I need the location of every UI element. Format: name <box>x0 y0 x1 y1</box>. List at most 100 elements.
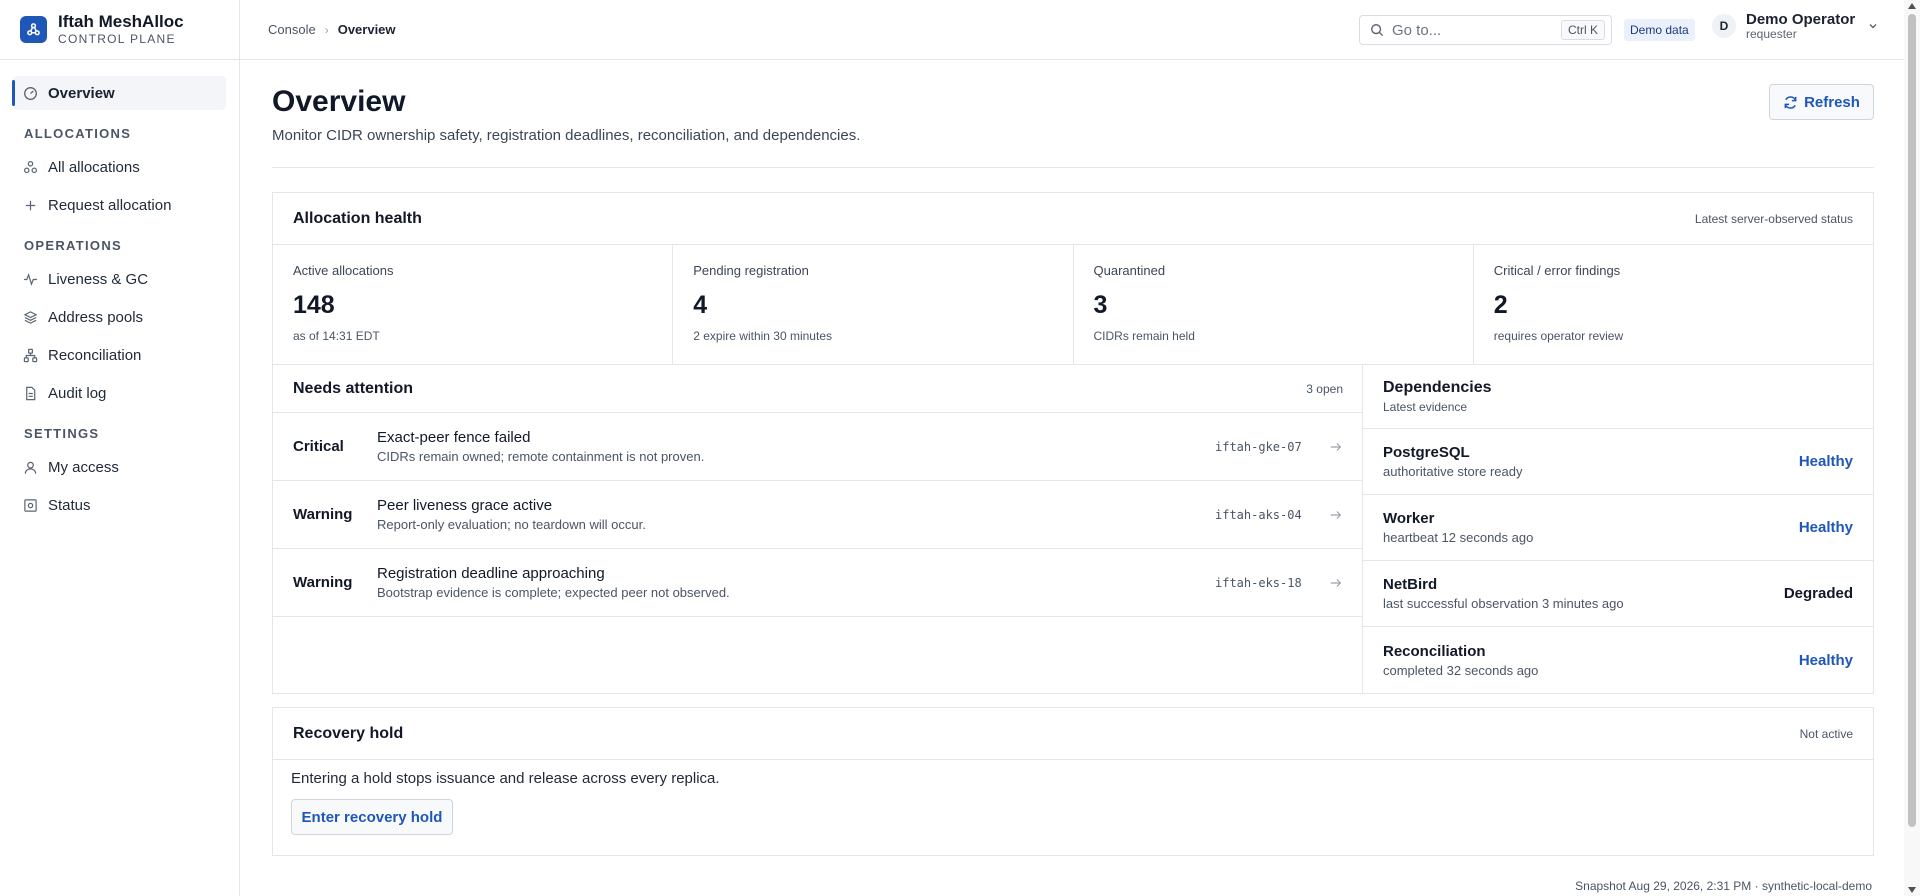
dependency-status: Degraded <box>1783 585 1853 602</box>
sidebar-item-address-pools[interactable]: Address pools <box>13 300 226 334</box>
mesh-logo-icon <box>20 16 47 43</box>
sidebar-item-label: Status <box>48 496 91 514</box>
severity-label: Warning <box>293 506 353 523</box>
needs-attention-panel: Needs attention 3 open Critical Exact-pe… <box>272 364 1363 694</box>
dependency-name: Worker <box>1383 510 1435 527</box>
severity-label: Critical <box>293 438 344 455</box>
dependency-status: Healthy <box>1798 453 1853 470</box>
panel-title: Dependencies <box>1383 379 1492 396</box>
finding-target: iftah-aks-04 <box>1215 507 1302 522</box>
dependency-name: Reconciliation <box>1383 642 1486 660</box>
topbar: Console › Overview Go to... Ctrl K Demo … <box>240 0 1920 60</box>
sidebar-item-reconciliation[interactable]: Reconciliation <box>13 338 226 372</box>
panel-subtitle: Latest evidence <box>1383 400 1468 414</box>
scrollbar-thumb[interactable] <box>1908 14 1916 827</box>
breadcrumb-console[interactable]: Console <box>268 22 316 37</box>
chevron-right-icon: › <box>324 22 329 37</box>
finding-target: iftah-eks-18 <box>1215 575 1302 590</box>
finding-description: Report-only evaluation; no teardown will… <box>377 517 646 532</box>
user-icon <box>24 461 37 474</box>
page-title: Overview <box>272 85 406 118</box>
attention-row[interactable]: Warning Peer liveness grace active Repor… <box>273 481 1363 549</box>
finding-title: Exact-peer fence failed <box>377 429 531 446</box>
panel-title: Recovery hold <box>293 724 404 742</box>
metric-value: 3 <box>1093 291 1108 319</box>
finding-description: Bootstrap evidence is complete; expected… <box>377 585 730 600</box>
nav-section-allocations: ALLOCATIONS <box>24 125 132 141</box>
sidebar-item-overview[interactable]: Overview <box>12 76 226 110</box>
avatar: D <box>1712 14 1736 39</box>
dependency-row: NetBird last successful observation 3 mi… <box>1363 561 1873 627</box>
sidebar-item-audit-log[interactable]: Audit log <box>13 376 226 410</box>
metric-label: Quarantined <box>1093 263 1166 278</box>
page-description: Monitor CIDR ownership safety, registrat… <box>272 127 861 144</box>
dependency-note: last successful observation 3 minutes ag… <box>1383 596 1624 611</box>
dependency-row: Reconciliation completed 32 seconds ago … <box>1363 627 1873 693</box>
sidebar-item-status[interactable]: Status <box>13 488 226 522</box>
dependency-note: completed 32 seconds ago <box>1383 662 1539 678</box>
refresh-button[interactable]: Refresh <box>1769 84 1874 120</box>
arrow-right-icon <box>1330 442 1342 451</box>
user-role: requester <box>1746 26 1797 41</box>
refresh-label: Refresh <box>1804 93 1860 111</box>
metric-note: as of 14:31 EDT <box>293 329 380 343</box>
shortcut-hint: Ctrl K <box>1561 20 1605 40</box>
scrollbar[interactable] <box>1904 0 1920 896</box>
metric-active-allocations: Active allocations 148 as of 14:31 EDT <box>273 245 674 365</box>
demo-data-badge: Demo data <box>1624 19 1695 41</box>
arrow-right-icon <box>1330 578 1342 587</box>
sidebar-item-label: My access <box>48 458 119 476</box>
scroll-down-icon[interactable] <box>1908 887 1916 893</box>
sidebar-item-label: Reconciliation <box>48 346 142 364</box>
chevron-down-icon <box>1869 24 1877 29</box>
open-count: 3 open <box>1306 381 1343 396</box>
plus-icon <box>25 200 36 210</box>
attention-row[interactable]: Critical Exact-peer fence failed CIDRs r… <box>273 413 1363 481</box>
scroll-up-icon[interactable] <box>1908 3 1916 9</box>
nav-section-settings: SETTINGS <box>24 425 100 441</box>
sidebar-item-request-allocation[interactable]: Request allocation <box>13 188 226 222</box>
user-menu[interactable]: D Demo Operator requester <box>1712 12 1879 40</box>
brand-subtitle: CONTROL PLANE <box>58 32 176 47</box>
dependency-status: Healthy <box>1798 651 1853 669</box>
metric-value: 2 <box>1493 291 1508 319</box>
brand-name: Iftah MeshAlloc <box>58 11 184 31</box>
sidebar-item-label: Audit log <box>48 384 107 402</box>
metric-pending-registration: Pending registration 4 2 expire within 3… <box>673 245 1074 365</box>
sidebar: Iftah MeshAlloc CONTROL PLANE Overview A… <box>0 0 240 896</box>
enter-recovery-hold-button[interactable]: Enter recovery hold <box>291 799 453 835</box>
metric-label: Active allocations <box>293 263 394 278</box>
metric-note: requires operator review <box>1493 329 1624 343</box>
metric-note: CIDRs remain held <box>1093 329 1195 343</box>
sidebar-item-label: Liveness & GC <box>48 270 149 288</box>
sidebar-item-my-access[interactable]: My access <box>13 450 226 484</box>
sidebar-item-all-allocations[interactable]: All allocations <box>13 150 226 184</box>
attention-row[interactable]: Warning Registration deadline approachin… <box>273 549 1363 617</box>
metric-label: Critical / error findings <box>1493 263 1621 278</box>
breadcrumb-current: Overview <box>337 22 396 37</box>
search-placeholder: Go to... <box>1392 21 1442 39</box>
gauge-icon <box>24 86 37 100</box>
sidebar-item-label: Address pools <box>48 308 144 326</box>
dependency-row: PostgreSQL authoritative store ready Hea… <box>1363 429 1873 495</box>
dependency-note: authoritative store ready <box>1383 464 1523 479</box>
sidebar-item-liveness[interactable]: Liveness & GC <box>13 262 226 296</box>
sidebar-item-label: Request allocation <box>48 196 172 214</box>
header-divider <box>272 167 1874 168</box>
pulse-icon <box>23 272 38 286</box>
metric-value: 148 <box>293 291 335 319</box>
finding-title: Registration deadline approaching <box>377 565 605 582</box>
brand[interactable]: Iftah MeshAlloc CONTROL PLANE <box>0 0 239 60</box>
metric-critical-findings: Critical / error findings 2 requires ope… <box>1474 245 1873 365</box>
metric-quarantined: Quarantined 3 CIDRs remain held <box>1074 245 1474 365</box>
nodes-icon <box>23 160 38 173</box>
user-name: Demo Operator <box>1746 11 1856 28</box>
breadcrumb: Console › Overview <box>268 22 396 37</box>
dependency-row: Worker heartbeat 12 seconds ago Healthy <box>1363 495 1873 561</box>
dependencies-panel: Dependencies Latest evidence PostgreSQL … <box>1362 364 1874 694</box>
search-input[interactable]: Go to... Ctrl K <box>1359 15 1612 45</box>
dependency-name: PostgreSQL <box>1383 444 1470 461</box>
dependency-name: NetBird <box>1383 576 1438 593</box>
metric-label: Pending registration <box>693 263 809 278</box>
recovery-status: Not active <box>1799 726 1853 741</box>
